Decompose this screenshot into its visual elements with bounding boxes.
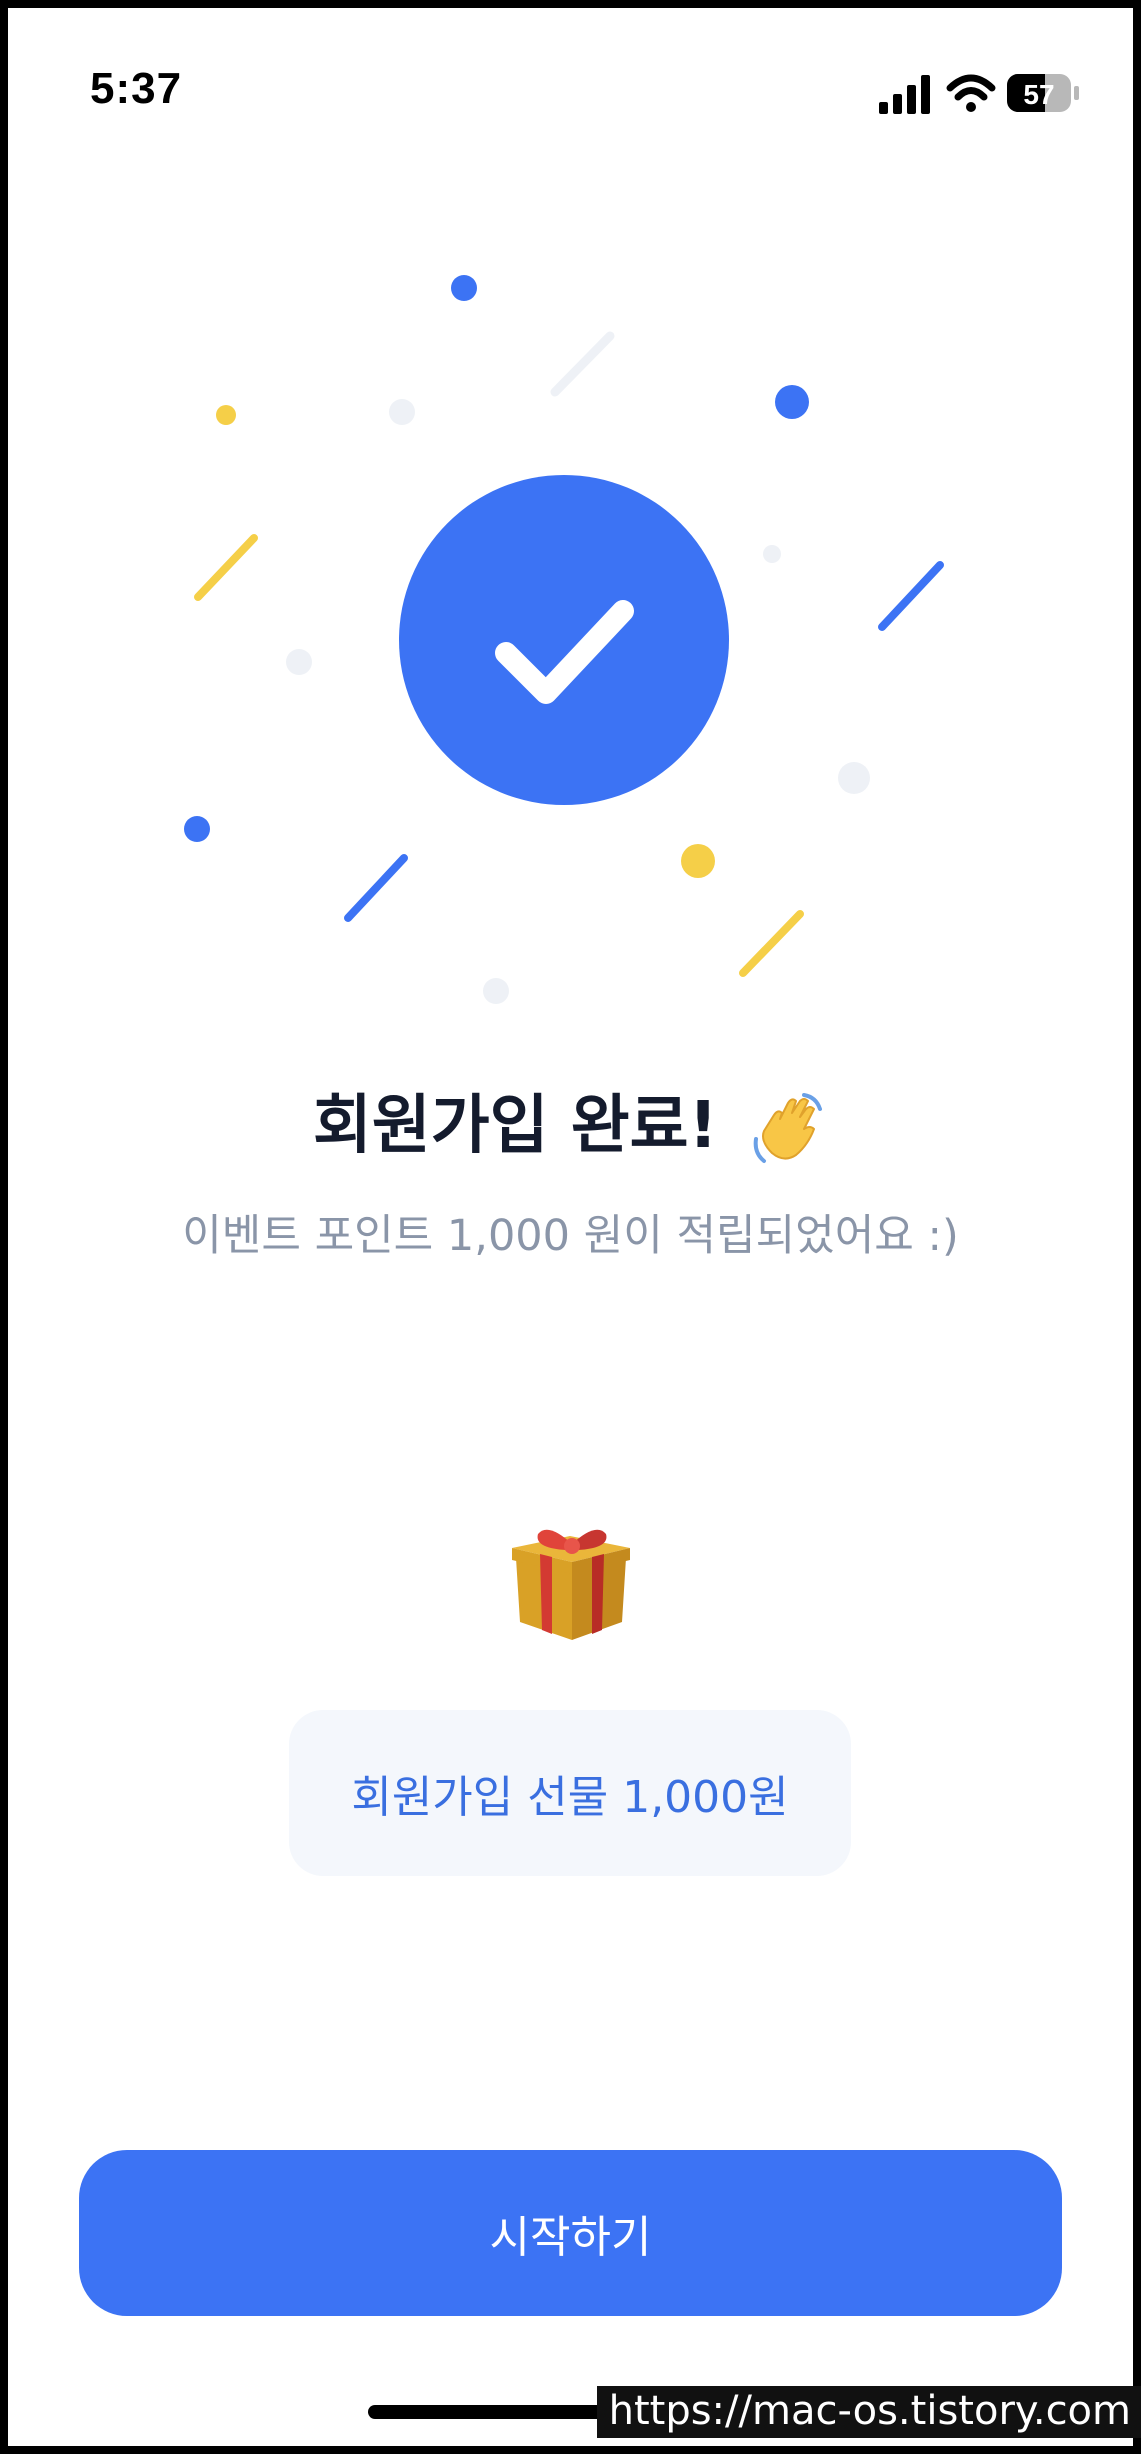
confetti-dot xyxy=(483,978,509,1004)
confetti-dot xyxy=(681,844,715,878)
title-text: 회원가입 완료! xyxy=(312,1089,718,1163)
check-circle-icon xyxy=(399,475,729,805)
confetti-dot xyxy=(451,275,477,301)
confetti-dot xyxy=(216,405,236,425)
confetti-dot xyxy=(763,545,781,563)
confetti-dot xyxy=(389,399,415,425)
confetti-streak xyxy=(739,910,804,977)
confetti-dot xyxy=(286,649,312,675)
start-button[interactable]: 시작하기 xyxy=(79,2150,1062,2316)
confetti-streak xyxy=(878,561,944,631)
page-title: 회원가입 완료! xyxy=(8,1074,1133,1169)
screen: 5:37 57 회원가입 완료! 이벤트 포인트 1,000 원이 적립되었어요… xyxy=(8,8,1133,2446)
waving-hand-icon xyxy=(753,1093,823,1164)
success-illustration xyxy=(184,275,944,1004)
confetti-streak xyxy=(194,534,258,601)
confetti-dot xyxy=(775,385,809,419)
confetti-streak xyxy=(550,331,615,397)
confetti-dot xyxy=(184,816,210,842)
device-frame: 5:37 57 회원가입 완료! 이벤트 포인트 1,000 원이 적립되었어요… xyxy=(0,0,1141,2454)
start-button-label: 시작하기 xyxy=(489,2212,652,2263)
gift-reward-label: 회원가입 선물 1,000원 xyxy=(351,1772,789,1823)
confetti-streak xyxy=(344,854,408,922)
gift-icon xyxy=(512,1529,630,1640)
gift-reward-pill: 회원가입 선물 1,000원 xyxy=(289,1710,851,1876)
watermark: https://mac-os.tistory.com xyxy=(596,2386,1141,2438)
subtitle: 이벤트 포인트 1,000 원이 적립되었어요 :) xyxy=(182,1211,959,1261)
confetti-dot xyxy=(838,762,870,794)
